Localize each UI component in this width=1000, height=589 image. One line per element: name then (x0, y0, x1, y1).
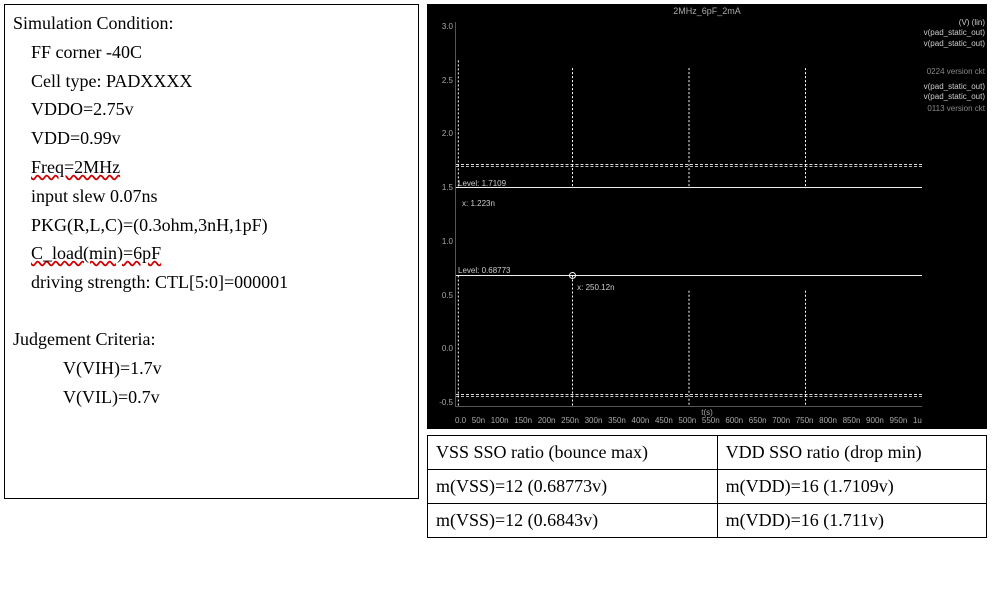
table-row: m(VSS)=12 (0.6843v) m(VDD)=16 (1.711v) (428, 504, 987, 538)
xtick: 200n (538, 416, 556, 425)
legend-item: v(pad_static_out) (924, 92, 985, 102)
ytick: 2.0 (429, 129, 453, 138)
plot-annot-a: 0224 version ckt (924, 67, 985, 77)
simulation-condition-box: Simulation Condition: FF corner -40C Cel… (4, 4, 419, 499)
xtick: 850n (843, 416, 861, 425)
table-cell-vss: m(VSS)=12 (0.6843v) (428, 504, 718, 538)
ytick: 1.0 (429, 237, 453, 246)
sim-condition-title: Simulation Condition: (13, 9, 410, 38)
xtick: 0.0 (455, 416, 466, 425)
table-cell-vss: m(VSS)=12 (0.68773v) (428, 470, 718, 504)
xtick: 50n (472, 416, 485, 425)
table-header-vdd: VDD SSO ratio (drop min) (717, 436, 986, 470)
plot-x-axis: 0.0 50n 100n 150n 200n 250n 300n 350n 40… (455, 416, 922, 425)
ytick: 0.0 (429, 344, 453, 353)
sim-line-cload: C_load(min)=6pF (31, 239, 410, 268)
spike-overlay (456, 22, 922, 406)
xtick: 800n (819, 416, 837, 425)
plot-y-axis: 3.0 2.5 2.0 1.5 1.0 0.5 0.0 -0.5 (429, 22, 453, 407)
ytick: 1.5 (429, 183, 453, 192)
xtick: 600n (725, 416, 743, 425)
table-header-vss: VSS SSO ratio (bounce max) (428, 436, 718, 470)
plot-annot-b: 0113 version ckt (924, 104, 985, 114)
legend-item: v(pad_static_out) (924, 39, 985, 49)
sim-line-freq: Freq=2MHz (31, 153, 410, 182)
xtick: 400n (632, 416, 650, 425)
xtick: 500n (678, 416, 696, 425)
xtick: 250n (561, 416, 579, 425)
sim-line-corner: FF corner -40C (31, 38, 410, 67)
table-header-row: VSS SSO ratio (bounce max) VDD SSO ratio… (428, 436, 987, 470)
ytick: 0.5 (429, 291, 453, 300)
plot-legend: (V) (lin) v(pad_static_out) v(pad_static… (924, 18, 985, 115)
xtick: 150n (514, 416, 532, 425)
cursor-bot-level: Level: 0.68773 (458, 266, 511, 275)
waveform-plot: 2MHz_6pF_2mA (V) (lin) v(pad_static_out)… (427, 4, 987, 429)
right-column: 2MHz_6pF_2mA (V) (lin) v(pad_static_out)… (427, 4, 987, 579)
legend-item: v(pad_static_out) (924, 82, 985, 92)
xtick: 1u (913, 416, 922, 425)
sim-line-cell: Cell type: PADXXXX (31, 67, 410, 96)
plot-area: Level: 1.7109 x: 1.223n Level: 0.68773 x… (455, 22, 922, 407)
sim-line-slew: input slew 0.07ns (31, 182, 410, 211)
xtick: 300n (585, 416, 603, 425)
result-table: VSS SSO ratio (bounce max) VDD SSO ratio… (427, 435, 987, 538)
judgement-title: Judgement Criteria: (13, 325, 410, 354)
xtick: 450n (655, 416, 673, 425)
xtick: 900n (866, 416, 884, 425)
judge-vih: V(VIH)=1.7v (63, 354, 410, 383)
xtick: 700n (772, 416, 790, 425)
sim-line-vddo: VDDO=2.75v (31, 95, 410, 124)
xtick: 350n (608, 416, 626, 425)
xtick: 750n (796, 416, 814, 425)
table-row: m(VSS)=12 (0.68773v) m(VDD)=16 (1.7109v) (428, 470, 987, 504)
xtick: 950n (890, 416, 908, 425)
sim-line-pkg: PKG(R,L,C)=(0.3ohm,3nH,1pF) (31, 211, 410, 240)
cursor-top-level: Level: 1.7109 (458, 179, 506, 188)
plot-ylabel: (V) (lin) (924, 18, 985, 28)
legend-item: v(pad_static_out) (924, 28, 985, 38)
xtick: 650n (749, 416, 767, 425)
table-cell-vdd: m(VDD)=16 (1.7109v) (717, 470, 986, 504)
ytick: -0.5 (429, 398, 453, 407)
xtick: 550n (702, 416, 720, 425)
cursor-bot-x: x: 250.12n (577, 283, 614, 292)
ytick: 3.0 (429, 22, 453, 31)
plot-xlabel: t(s) (701, 408, 713, 417)
plot-title: 2MHz_6pF_2mA (427, 4, 987, 16)
sim-line-drv: driving strength: CTL[5:0]=000001 (31, 268, 410, 297)
ytick: 2.5 (429, 76, 453, 85)
xtick: 100n (491, 416, 509, 425)
sim-line-vdd: VDD=0.99v (31, 124, 410, 153)
table-cell-vdd: m(VDD)=16 (1.711v) (717, 504, 986, 538)
judge-vil: V(VIL)=0.7v (63, 383, 410, 412)
cursor-top-x: x: 1.223n (462, 199, 495, 208)
